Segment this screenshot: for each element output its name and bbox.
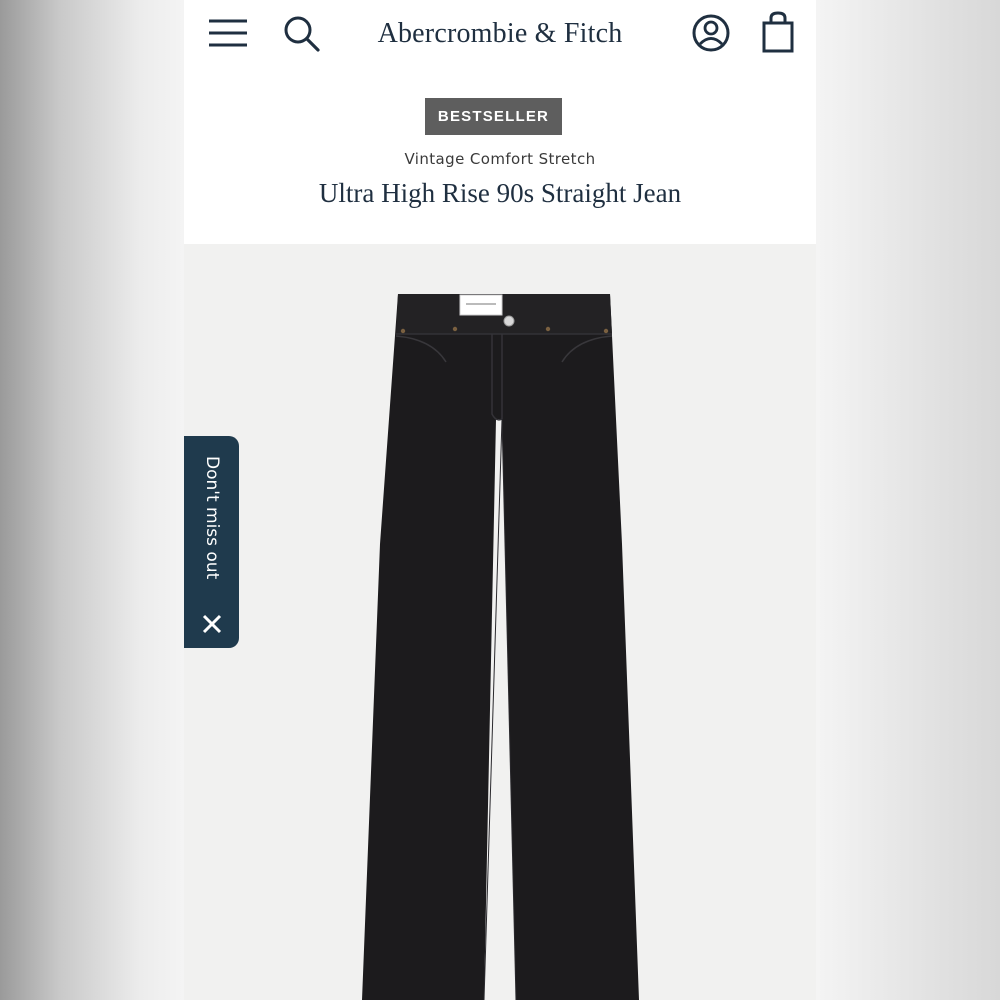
bestseller-badge: BESTSELLER	[425, 98, 562, 135]
product-page: Abercrombie & Fitch BESTSELLER Vintage C…	[184, 0, 816, 1000]
user-account-icon[interactable]	[690, 12, 732, 54]
product-title: Ultra High Rise 90s Straight Jean	[318, 178, 682, 208]
hamburger-menu-icon[interactable]	[208, 18, 248, 48]
product-image[interactable]	[184, 244, 816, 1000]
product-collection: Vintage Comfort Stretch	[404, 150, 596, 168]
close-icon[interactable]	[200, 612, 224, 636]
shopping-bag-icon[interactable]	[758, 10, 798, 54]
product-header: Abercrombie & Fitch BESTSELLER Vintage C…	[184, 0, 816, 244]
search-icon[interactable]	[282, 14, 322, 54]
jeans-illustration	[362, 294, 639, 1000]
screenshot-frame: Abercrombie & Fitch BESTSELLER Vintage C…	[0, 0, 1000, 1000]
promo-label[interactable]: Don't miss out	[190, 456, 233, 596]
dont-miss-out-tab[interactable]: Don't miss out	[184, 436, 239, 648]
brand-logo[interactable]: Abercrombie & Fitch	[334, 14, 666, 54]
